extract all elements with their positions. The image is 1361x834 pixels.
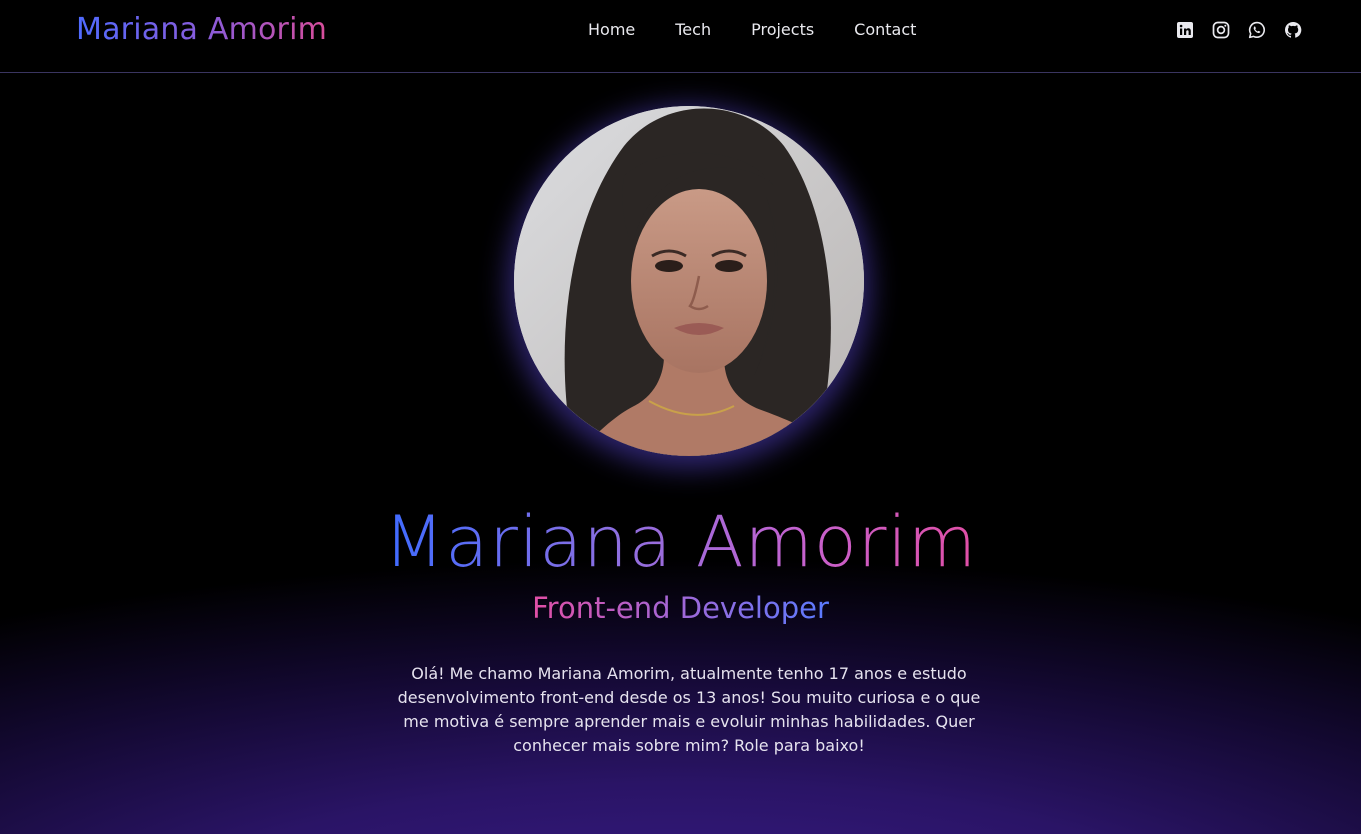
- hero-name: Mariana Amorim: [0, 500, 1361, 584]
- nav-link-tech[interactable]: Tech: [675, 20, 711, 39]
- hero-bio: Olá! Me chamo Mariana Amorim, atualmente…: [397, 664, 981, 755]
- profile-photo: [514, 106, 864, 456]
- hero-role: Front-end Developer: [0, 588, 1361, 628]
- nav-link-projects[interactable]: Projects: [751, 20, 814, 39]
- site-logo[interactable]: Mariana Amorim: [76, 12, 327, 47]
- hero-name-text: Mariana Amorim: [383, 501, 978, 583]
- social-links: [1176, 21, 1302, 39]
- page: Mariana Amorim Home Tech Projects Contac…: [0, 0, 1361, 834]
- nav-link-home[interactable]: Home: [588, 20, 635, 39]
- github-icon[interactable]: [1284, 21, 1302, 39]
- site-header: Mariana Amorim Home Tech Projects Contac…: [0, 0, 1361, 73]
- linkedin-icon[interactable]: [1176, 21, 1194, 39]
- hero-role-text: Front-end Developer: [532, 591, 829, 625]
- main-nav: Home Tech Projects Contact: [588, 20, 956, 39]
- whatsapp-icon[interactable]: [1248, 21, 1266, 39]
- nav-link-contact[interactable]: Contact: [854, 20, 916, 39]
- instagram-icon[interactable]: [1212, 21, 1230, 39]
